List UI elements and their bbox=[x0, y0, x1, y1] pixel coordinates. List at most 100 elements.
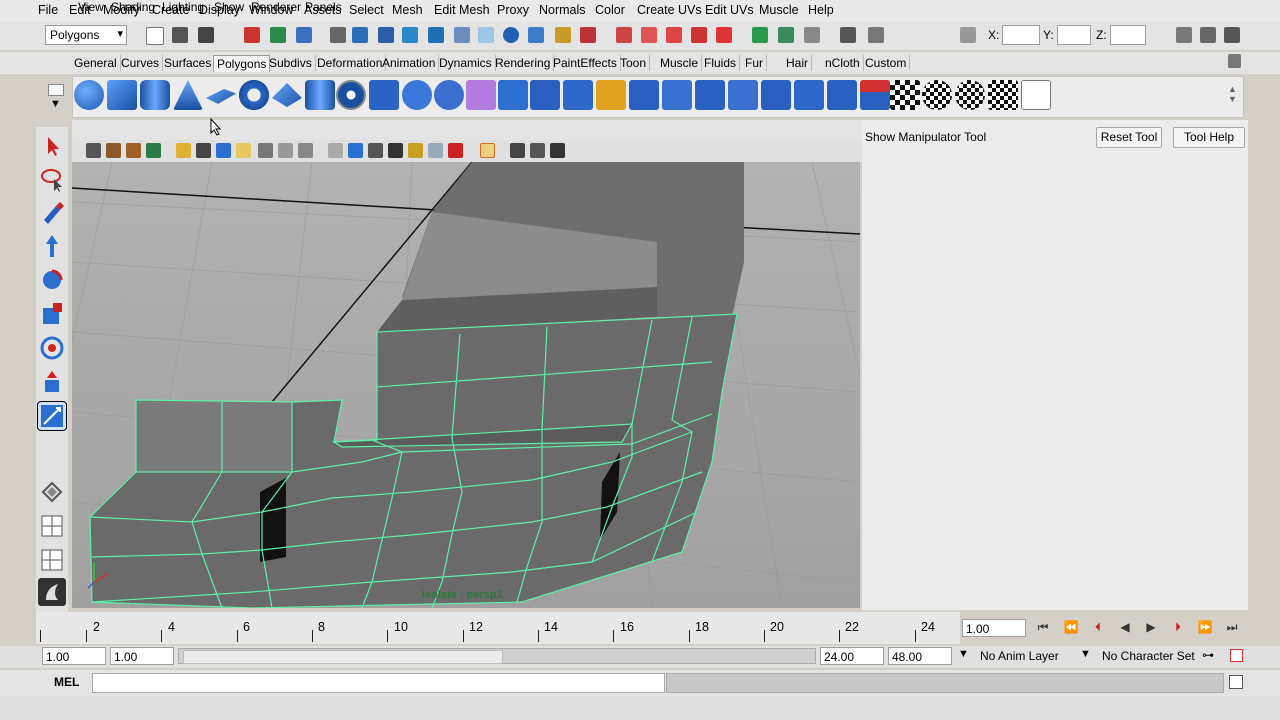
animation-end-field[interactable]: 48.00 bbox=[888, 647, 952, 665]
camera-attributes-icon[interactable] bbox=[86, 143, 101, 158]
key-icon[interactable]: ⊶ bbox=[1202, 648, 1214, 662]
wedge-icon[interactable] bbox=[794, 80, 824, 110]
select-tool-icon[interactable] bbox=[38, 132, 66, 160]
field-chart-icon[interactable] bbox=[258, 143, 273, 158]
bevel-icon[interactable] bbox=[761, 80, 791, 110]
spherical-map-icon[interactable] bbox=[988, 80, 1018, 110]
animation-prefs-icon[interactable] bbox=[1230, 649, 1243, 662]
current-frame-field[interactable]: 1.00 bbox=[962, 619, 1026, 637]
tab-animation[interactable]: Animation bbox=[379, 55, 440, 71]
panel-menu-view[interactable]: View bbox=[78, 0, 104, 14]
show-attributes-icon[interactable] bbox=[1176, 27, 1192, 43]
tab-subdivs[interactable]: Subdivs bbox=[266, 55, 316, 71]
smooth-shading-icon[interactable] bbox=[348, 143, 363, 158]
tab-dynamics[interactable]: Dynamics bbox=[436, 55, 496, 71]
cylindrical-map-icon[interactable] bbox=[955, 80, 985, 110]
scale-tool-icon[interactable] bbox=[38, 300, 66, 328]
menu-file[interactable]: File bbox=[38, 3, 58, 17]
safe-title-icon[interactable] bbox=[298, 143, 313, 158]
paint-select-tool-icon[interactable] bbox=[38, 198, 66, 226]
reduce-icon[interactable] bbox=[498, 80, 528, 110]
all-lights-icon[interactable] bbox=[408, 143, 423, 158]
universal-manipulator-icon[interactable] bbox=[38, 334, 66, 362]
menu-help[interactable]: Help bbox=[808, 3, 834, 17]
high-quality-icon[interactable] bbox=[510, 143, 525, 158]
magnet-icon[interactable] bbox=[716, 27, 732, 43]
snap-grid-icon[interactable] bbox=[352, 27, 368, 43]
layout-single-icon[interactable] bbox=[38, 512, 66, 540]
perspective-viewport[interactable]: Isolate : persp1 bbox=[72, 162, 860, 608]
panel-menu-show[interactable]: Show bbox=[214, 0, 244, 14]
animation-start-field[interactable]: 1.00 bbox=[42, 647, 106, 665]
snap-live-icon[interactable] bbox=[454, 27, 470, 43]
poly-pipe-icon[interactable] bbox=[305, 80, 335, 110]
append-polygon-icon[interactable] bbox=[629, 80, 659, 110]
snap-point-icon[interactable] bbox=[402, 27, 418, 43]
resolution-gate-icon[interactable] bbox=[216, 143, 231, 158]
snap-curve-icon[interactable] bbox=[378, 27, 394, 43]
menu-muscle[interactable]: Muscle bbox=[759, 3, 799, 17]
menu-set-dropdown[interactable]: Polygons ▾ bbox=[45, 25, 127, 45]
uv-texture-editor-icon[interactable] bbox=[890, 80, 920, 110]
move-tool-icon[interactable] bbox=[38, 232, 66, 260]
tab-fur[interactable]: Fur bbox=[742, 55, 767, 71]
rotate-tool-icon[interactable] bbox=[38, 266, 66, 294]
input-ops-icon[interactable] bbox=[641, 27, 657, 43]
grid-toggle-icon[interactable] bbox=[146, 143, 161, 158]
ambient-occlusion-icon[interactable] bbox=[550, 143, 565, 158]
open-scene-icon[interactable] bbox=[172, 27, 188, 43]
extrude-icon[interactable] bbox=[563, 80, 593, 110]
show-manipulator-tool-icon[interactable] bbox=[37, 401, 67, 431]
tool-settings-icon[interactable] bbox=[778, 27, 794, 43]
isolate-select-icon[interactable] bbox=[480, 143, 495, 158]
tab-custom[interactable]: Custom bbox=[862, 55, 911, 71]
tab-muscle[interactable]: Muscle bbox=[657, 55, 703, 71]
menu-proxy[interactable]: Proxy bbox=[497, 3, 529, 17]
tab-general[interactable]: General bbox=[71, 55, 121, 71]
xray-joints-icon[interactable] bbox=[530, 143, 545, 158]
select-hierarchy-icon[interactable] bbox=[244, 27, 260, 43]
panel-menu-shading[interactable]: Shading bbox=[111, 0, 155, 14]
poly-sphere-icon[interactable] bbox=[74, 80, 104, 110]
bridge-icon[interactable] bbox=[596, 80, 626, 110]
tab-surfaces[interactable]: Surfaces bbox=[161, 55, 216, 71]
anim-layer-dropdown[interactable]: No Anim Layer ▼ bbox=[976, 647, 1094, 665]
x-field[interactable] bbox=[1002, 25, 1040, 45]
channel-box-icon[interactable] bbox=[804, 27, 820, 43]
range-slider[interactable] bbox=[178, 648, 816, 664]
last-tool-used-icon[interactable] bbox=[38, 478, 66, 506]
ipr-render-icon[interactable] bbox=[528, 27, 544, 43]
poke-icon[interactable] bbox=[827, 80, 857, 110]
safe-action-icon[interactable] bbox=[278, 143, 293, 158]
mask-icon[interactable] bbox=[330, 27, 346, 43]
boolean-icon[interactable] bbox=[434, 80, 464, 110]
shelf-scroll-icon[interactable]: ▲ ▼ bbox=[1228, 84, 1237, 104]
tab-ncloth[interactable]: nCloth bbox=[822, 55, 864, 71]
tool-help-button[interactable]: Tool Help bbox=[1173, 127, 1245, 148]
attribute-editor-icon[interactable] bbox=[752, 27, 768, 43]
panel-menu-lighting[interactable]: Lighting bbox=[162, 0, 204, 14]
tab-rendering[interactable]: Rendering bbox=[492, 55, 555, 71]
tab-toon[interactable]: Toon bbox=[617, 55, 651, 71]
automatic-map-icon[interactable] bbox=[1021, 80, 1051, 110]
tab-curves[interactable]: Curves bbox=[118, 55, 164, 71]
film-gate-icon[interactable] bbox=[196, 143, 211, 158]
soft-modification-icon[interactable] bbox=[38, 368, 66, 396]
separate-icon[interactable] bbox=[402, 80, 432, 110]
go-to-start-icon[interactable]: ⏮ bbox=[1033, 620, 1053, 636]
step-forward-frame-icon[interactable]: ⏩ bbox=[1195, 620, 1215, 636]
ops-icon[interactable] bbox=[691, 27, 707, 43]
combine-icon[interactable] bbox=[369, 80, 399, 110]
menu-select[interactable]: Select bbox=[349, 3, 384, 17]
poly-torus-icon[interactable] bbox=[239, 80, 269, 110]
default-lighting-icon[interactable] bbox=[368, 143, 383, 158]
tab-polygons[interactable]: Polygons bbox=[213, 55, 271, 72]
insert-edge-loop-icon[interactable] bbox=[695, 80, 725, 110]
xray-icon[interactable] bbox=[428, 143, 443, 158]
poly-cube-icon[interactable] bbox=[107, 80, 137, 110]
menu-edit-mesh[interactable]: Edit Mesh bbox=[434, 3, 490, 17]
command-language-label[interactable]: MEL bbox=[54, 675, 79, 689]
z-field[interactable] bbox=[1110, 25, 1146, 45]
playback-start-field[interactable]: 1.00 bbox=[110, 647, 174, 665]
poly-helix-icon[interactable] bbox=[336, 80, 366, 110]
